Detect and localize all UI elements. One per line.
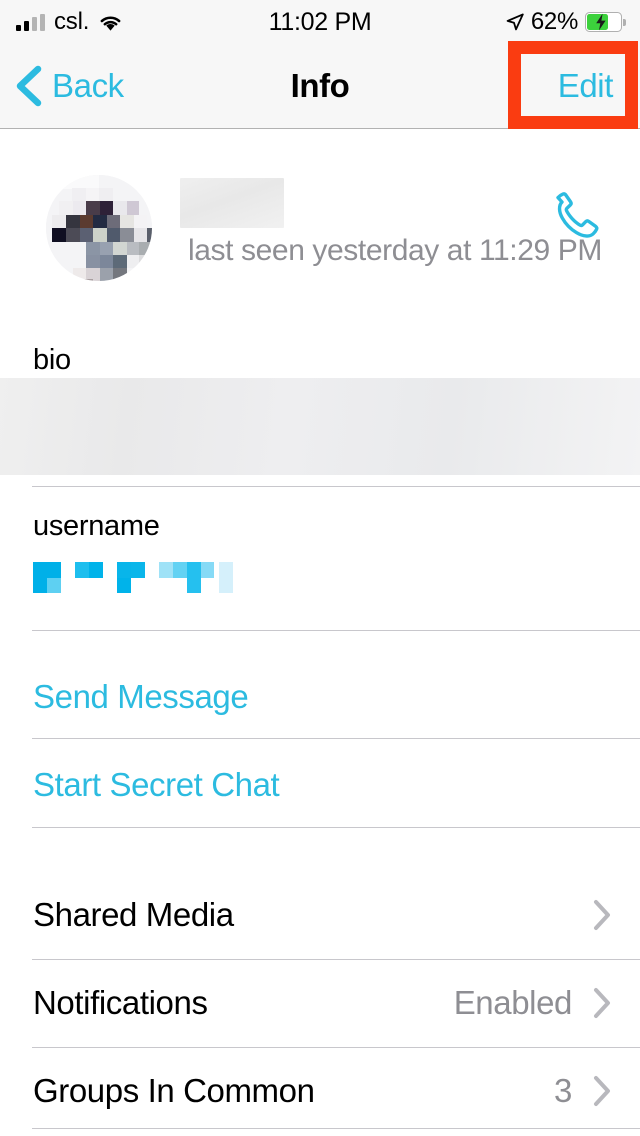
edit-button[interactable]: Edit: [558, 44, 614, 128]
username-value-redacted: [33, 562, 233, 593]
separator-after-secret-chat: [32, 827, 640, 828]
start-secret-chat-button[interactable]: Start Secret Chat: [33, 766, 280, 804]
bio-label: bio: [33, 344, 71, 376]
status-bar-clock: 11:02 PM: [268, 7, 372, 36]
page-title: Info: [290, 67, 350, 104]
phone-screen: csl. 11:02 PM 62% Back Info Edit last se…: [0, 0, 640, 1136]
contact-name-redacted: [180, 178, 284, 228]
contact-header: last seen yesterday at 11:29 PM: [0, 129, 640, 329]
notifications-row[interactable]: Notifications Enabled: [0, 959, 640, 1047]
bio-value-redacted: [0, 378, 640, 475]
chevron-right-icon: [592, 987, 612, 1019]
avatar[interactable]: [46, 175, 152, 281]
groups-in-common-label: Groups In Common: [33, 1072, 315, 1109]
separator-after-send-message: [32, 738, 640, 739]
notifications-label: Notifications: [33, 984, 208, 1021]
chevron-right-icon: [592, 1075, 612, 1107]
navigation-bar: Back Info Edit: [0, 44, 640, 129]
status-bar-right: 62%: [506, 0, 626, 44]
separator-after-bio: [32, 486, 640, 487]
groups-in-common-row[interactable]: Groups In Common 3: [0, 1047, 640, 1135]
chevron-right-icon: [592, 899, 612, 931]
shared-media-label: Shared Media: [33, 896, 234, 933]
battery-percent-label: 62%: [530, 8, 578, 35]
notifications-value: Enabled: [453, 984, 573, 1021]
location-arrow-icon: [506, 13, 524, 31]
username-label: username: [33, 510, 160, 542]
contact-last-seen: last seen yesterday at 11:29 PM: [188, 234, 602, 267]
status-bar: csl. 11:02 PM 62%: [0, 0, 640, 44]
separator-after-groups: [32, 1128, 640, 1129]
separator-after-username: [32, 630, 640, 631]
shared-media-row[interactable]: Shared Media: [0, 871, 640, 959]
groups-in-common-value: 3: [554, 1072, 572, 1109]
battery-charging-icon: [585, 12, 626, 32]
phone-call-icon[interactable]: [548, 191, 610, 251]
send-message-button[interactable]: Send Message: [33, 678, 249, 716]
